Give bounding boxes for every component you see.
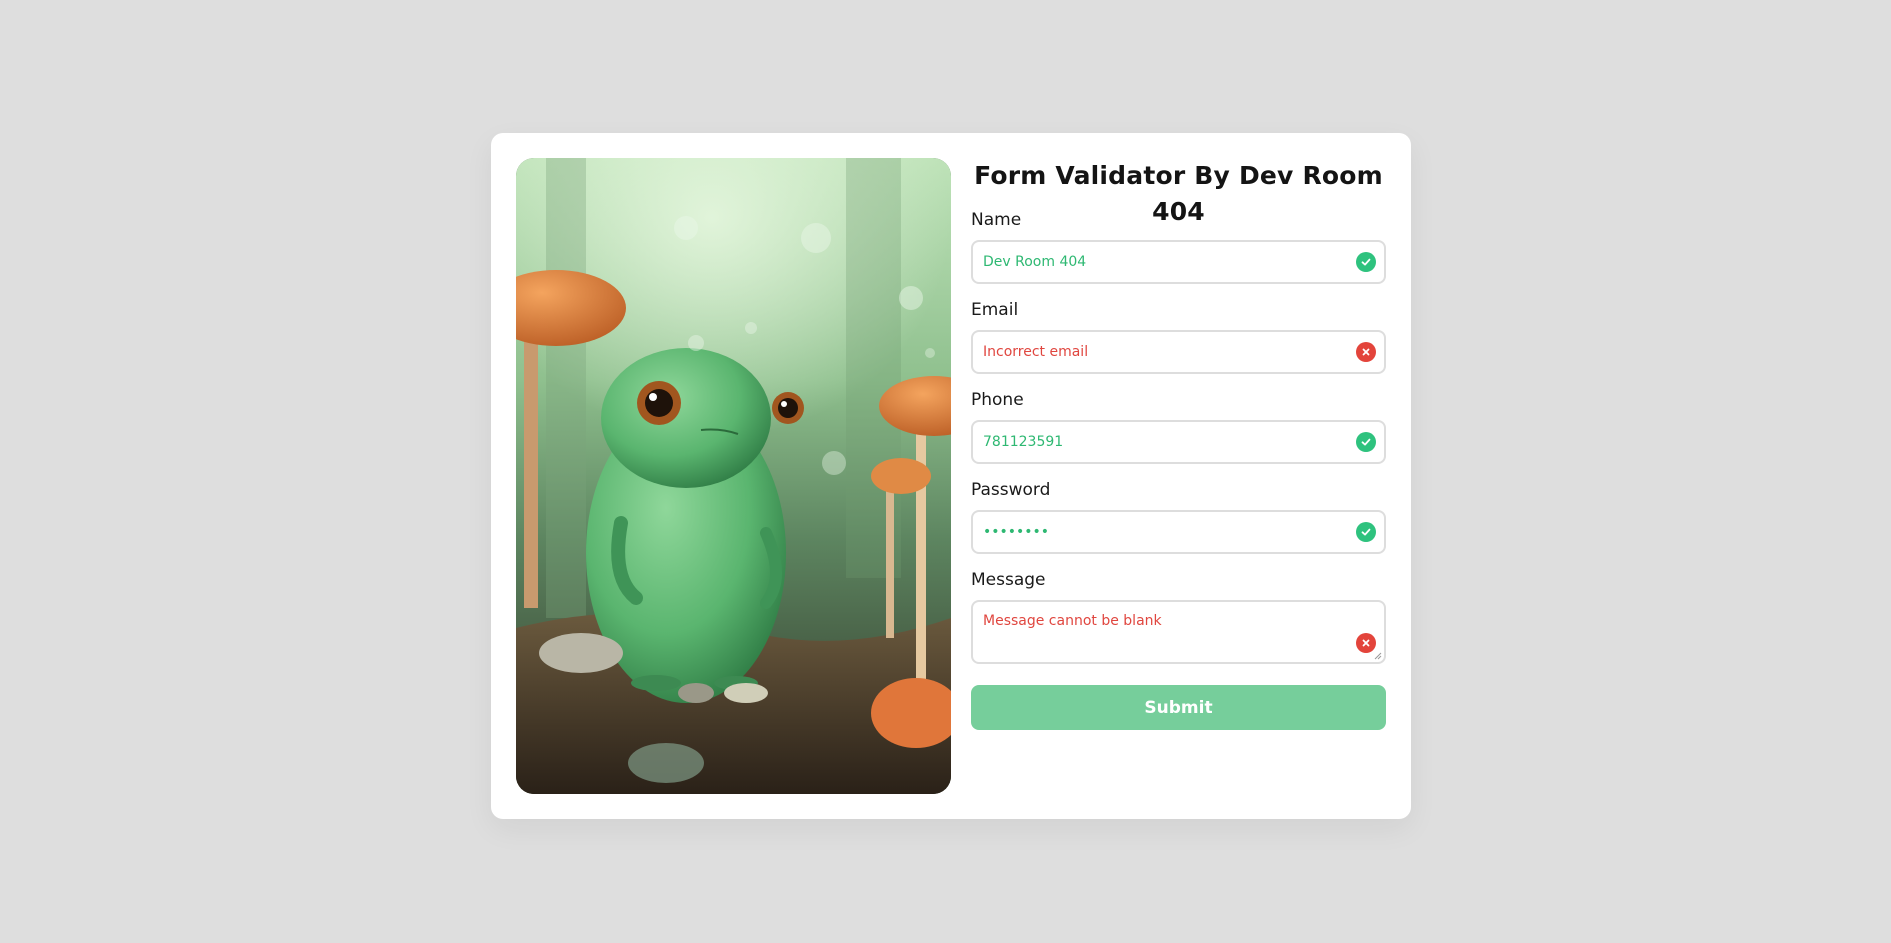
- check-icon: [1356, 252, 1376, 272]
- illustration-image: [516, 158, 951, 794]
- cross-icon: [1356, 633, 1376, 653]
- password-input[interactable]: [973, 512, 1384, 552]
- frog-illustration: [516, 158, 951, 794]
- name-label: Name: [971, 210, 1022, 230]
- phone-input[interactable]: [973, 422, 1384, 462]
- name-input-box: [971, 240, 1386, 284]
- message-input-box: [971, 600, 1386, 664]
- email-input-box: [971, 330, 1386, 374]
- resize-handle-icon[interactable]: [1374, 652, 1382, 660]
- validation-form: Form Validator By Dev Room 404 Name Emai…: [971, 158, 1386, 730]
- message-label: Message: [971, 570, 1046, 590]
- submit-button[interactable]: Submit: [971, 685, 1386, 730]
- form-title: Form Validator By Dev Room 404: [974, 161, 1383, 226]
- form-card: Form Validator By Dev Room 404 Name Emai…: [491, 133, 1411, 819]
- check-icon: [1356, 432, 1376, 452]
- email-label: Email: [971, 300, 1019, 320]
- email-input[interactable]: [973, 332, 1384, 372]
- email-field-group: Email: [971, 298, 1386, 374]
- name-input[interactable]: [973, 242, 1384, 282]
- password-label: Password: [971, 480, 1051, 500]
- phone-input-box: [971, 420, 1386, 464]
- password-field-group: Password: [971, 478, 1386, 554]
- cross-icon: [1356, 342, 1376, 362]
- password-input-box: [971, 510, 1386, 554]
- check-icon: [1356, 522, 1376, 542]
- phone-label: Phone: [971, 390, 1024, 410]
- message-textarea[interactable]: [973, 602, 1384, 662]
- message-field-group: Message: [971, 568, 1386, 664]
- name-field-group: Name: [971, 208, 1386, 284]
- phone-field-group: Phone: [971, 388, 1386, 464]
